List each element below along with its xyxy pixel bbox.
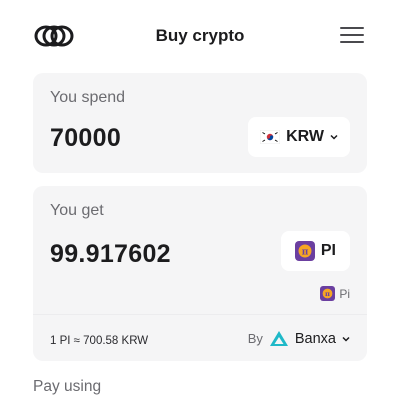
pi-coin-icon: π xyxy=(320,286,336,301)
pay-using-label: Pay using xyxy=(33,378,102,395)
provider-prefix: By xyxy=(247,331,263,346)
app-header: Buy crypto xyxy=(0,0,400,72)
get-card: You get 99.917602 π PI π Pi 1 PI ≈ 700.5… xyxy=(33,186,367,361)
spend-label: You spend xyxy=(50,89,126,106)
get-currency-code: PI xyxy=(320,242,336,259)
svg-text:π: π xyxy=(325,290,330,298)
card-divider xyxy=(33,314,367,315)
network-label: Pi xyxy=(339,286,350,301)
get-currency-selector[interactable]: π PI xyxy=(280,231,350,271)
spend-card: You spend 70000 KRW xyxy=(33,73,367,173)
chevron-down-icon xyxy=(342,336,350,342)
spend-amount-input[interactable]: 70000 xyxy=(50,124,121,153)
chevron-down-icon xyxy=(330,134,338,140)
spend-currency-code: KRW xyxy=(286,128,324,145)
hamburger-menu-icon[interactable] xyxy=(340,27,364,45)
provider-name: Banxa xyxy=(294,330,336,347)
pi-coin-icon: π xyxy=(294,241,315,261)
get-label: You get xyxy=(50,202,104,219)
svg-text:π: π xyxy=(302,248,309,258)
provider-selector[interactable]: By Banxa xyxy=(248,330,350,347)
spend-currency-selector[interactable]: KRW xyxy=(248,117,350,157)
south-korea-flag-icon xyxy=(260,130,281,144)
banxa-triangle-logo-icon xyxy=(269,331,288,346)
exchange-rate: 1 PI ≈ 700.58 KRW xyxy=(50,335,149,347)
network-badge: π Pi xyxy=(320,286,350,301)
get-amount-value: 99.917602 xyxy=(50,240,171,268)
